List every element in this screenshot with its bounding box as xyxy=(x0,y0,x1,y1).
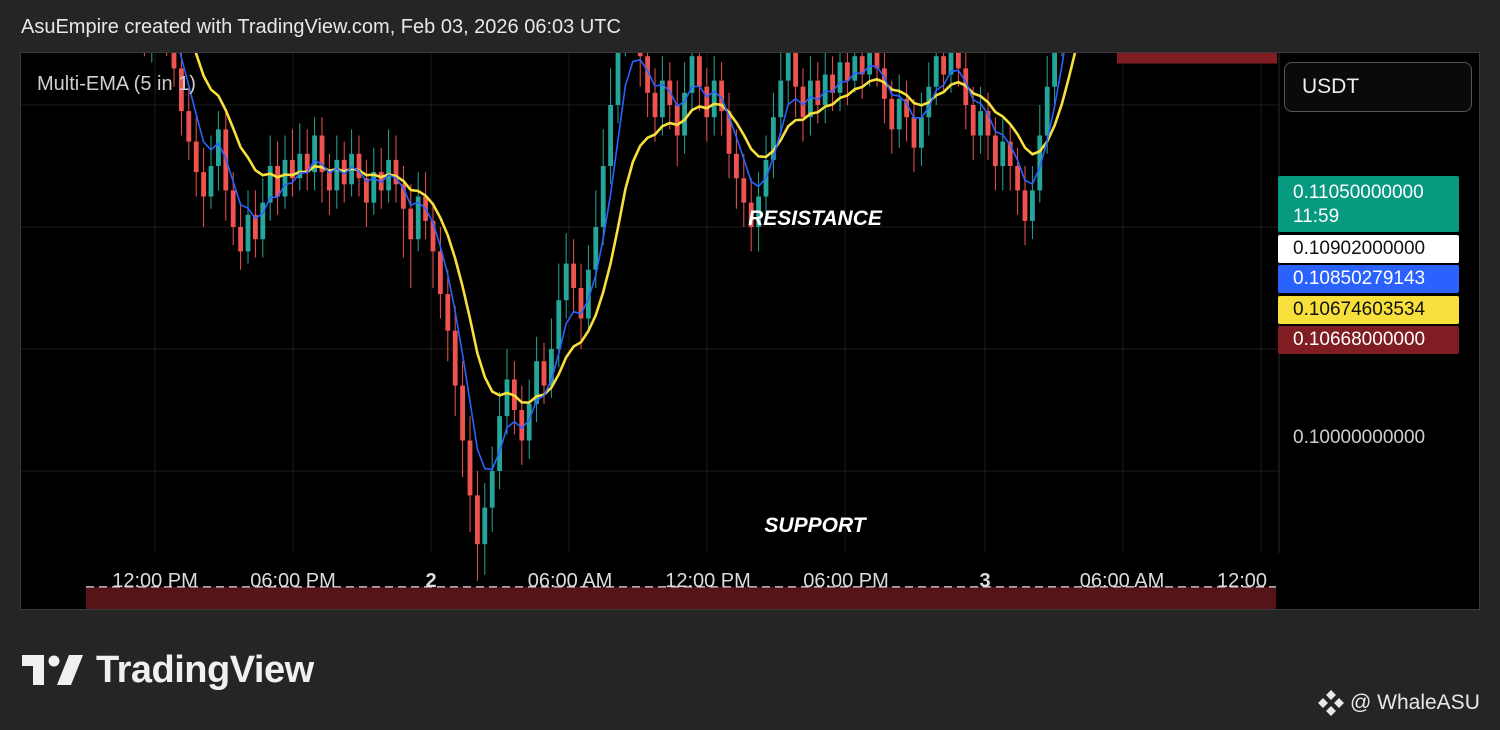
candle-body xyxy=(408,208,414,240)
candle-body xyxy=(741,178,747,203)
time-axis-tick: 06:00 AM xyxy=(527,570,613,592)
candle-body xyxy=(941,56,946,75)
price-axis-tick: 0.10000000000 xyxy=(1293,427,1426,448)
candle-body xyxy=(845,62,850,81)
time-axis-tick: 2 xyxy=(425,570,437,592)
ema-fast-price-tag: 0.10850279143 xyxy=(1278,265,1459,293)
candle-body xyxy=(1030,190,1035,221)
candle-body xyxy=(793,53,798,87)
candle-body xyxy=(452,330,458,386)
candle-body xyxy=(1044,86,1050,136)
last-price-tag: 0.11050000000 11:59 xyxy=(1278,176,1459,232)
time-axis-tick: 3 xyxy=(979,570,991,592)
resistance-zone-label: RESISTANCE xyxy=(748,207,882,230)
time-axis-tick: 06:00 PM xyxy=(803,570,889,592)
tradingview-brand[interactable]: TradingView xyxy=(22,648,314,692)
candle-body xyxy=(1022,190,1028,221)
candle-body xyxy=(230,190,236,227)
chart-frame[interactable] xyxy=(20,52,1480,610)
watermark-text: @ WhaleASU xyxy=(1350,691,1480,714)
candle-body xyxy=(637,53,643,57)
candle-body xyxy=(327,172,332,191)
last-price-value: 0.11050000000 xyxy=(1293,182,1424,203)
candle-body xyxy=(652,92,658,118)
candle-body xyxy=(785,53,791,81)
time-axis-tick: 12:00 PM xyxy=(112,570,198,592)
time-axis-tick: 12:00 PM xyxy=(665,570,751,592)
candle-body xyxy=(541,361,547,386)
time-axis-tick: 06:00 AM xyxy=(1079,570,1165,592)
currency-label: USDT xyxy=(1302,75,1360,98)
currency-selector[interactable]: USDT xyxy=(1284,62,1472,112)
candle-body xyxy=(238,227,243,252)
candle-body xyxy=(275,166,280,197)
ema-slow-price-tag: 0.10674603534 xyxy=(1278,296,1459,324)
candle-body xyxy=(852,56,858,81)
chart-header: AsuEmpire created with TradingView.com, … xyxy=(21,16,621,38)
candle-body xyxy=(896,98,902,130)
candle-body xyxy=(438,251,443,295)
candle-body xyxy=(778,80,784,118)
candle-body xyxy=(186,111,192,142)
candle-body xyxy=(482,507,488,545)
watermark: @ WhaleASU xyxy=(1318,690,1480,716)
candle-body xyxy=(556,300,562,349)
candle-body xyxy=(970,105,976,136)
candle-body xyxy=(837,62,843,93)
candle-body xyxy=(933,56,939,87)
candle-body xyxy=(208,166,214,197)
candle-body xyxy=(600,166,606,227)
candle-body xyxy=(822,74,828,105)
candle-body xyxy=(334,159,340,191)
candle-body xyxy=(504,379,510,417)
candle-body xyxy=(460,385,465,441)
stop-area xyxy=(1117,53,1277,64)
candle-body xyxy=(245,214,251,252)
candle-body xyxy=(815,80,821,105)
candle-body xyxy=(978,111,983,136)
support-zone-label: SUPPORT xyxy=(764,514,866,537)
candle-body xyxy=(919,117,924,148)
candle-body xyxy=(615,53,621,105)
candle-body xyxy=(371,172,377,203)
indicator-label[interactable]: Multi-EMA (5 in 1) xyxy=(37,73,196,96)
candle-body xyxy=(704,86,710,118)
candle-body xyxy=(171,53,177,69)
candle-body xyxy=(445,294,451,331)
candle-body xyxy=(1052,53,1057,87)
candle-body xyxy=(1000,141,1006,166)
candle-body xyxy=(193,141,199,173)
candle-body xyxy=(889,98,895,130)
time-axis-tick: 12:00 xyxy=(1216,570,1268,592)
candle-body xyxy=(571,263,576,288)
candle-body xyxy=(956,53,961,69)
candle-body xyxy=(697,56,702,87)
candle-body xyxy=(711,80,717,118)
entry-price-tag: 0.10902000000 xyxy=(1278,235,1459,263)
time-axis-tick: 06:00 PM xyxy=(250,570,336,592)
candle-body xyxy=(674,105,680,136)
candle-body xyxy=(911,117,917,148)
candle-body xyxy=(734,153,739,179)
candle-body xyxy=(201,172,206,197)
candle-body xyxy=(1015,166,1020,191)
tradingview-logo-icon xyxy=(22,655,83,685)
candle-body xyxy=(489,471,495,508)
chart-canvas[interactable] xyxy=(21,53,1479,609)
brand-name: TradingView xyxy=(96,648,314,691)
stop-price-tag: 0.10668000000 xyxy=(1278,326,1459,354)
candle-body xyxy=(475,495,480,545)
candle-body xyxy=(993,135,998,166)
candle-body xyxy=(467,440,473,496)
candle-body xyxy=(282,159,288,197)
candle-body xyxy=(563,263,569,301)
binance-diamond-icon xyxy=(1318,690,1344,716)
candle-body xyxy=(867,53,872,75)
bar-countdown: 11:59 xyxy=(1293,206,1340,227)
candle-body xyxy=(608,105,613,166)
